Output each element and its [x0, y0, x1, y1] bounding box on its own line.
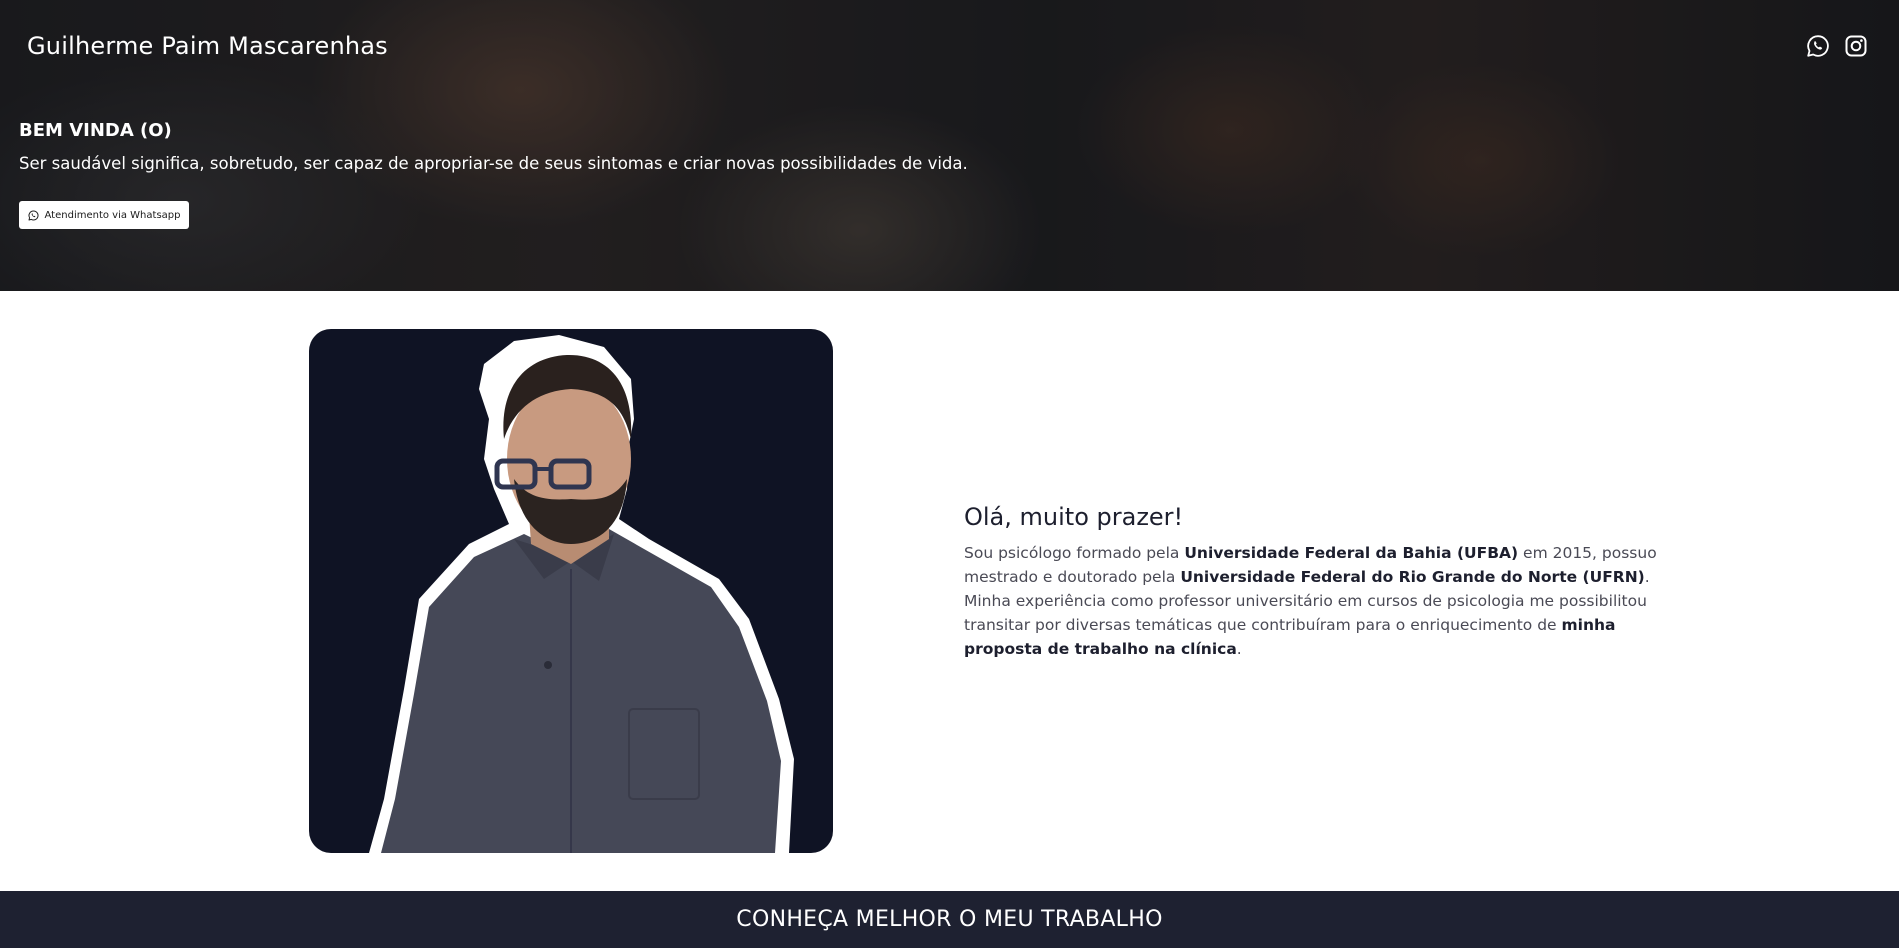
profile-photo [309, 329, 833, 853]
about-section: Olá, muito prazer! Sou psicólogo formado… [964, 503, 1699, 661]
instagram-icon [1845, 35, 1867, 57]
about-bold-1: Universidade Federal da Bahia (UFBA) [1184, 544, 1519, 562]
section-band: CONHEÇA MELHOR O MEU TRABALHO [0, 891, 1899, 948]
section-band-title: CONHEÇA MELHOR O MEU TRABALHO [736, 907, 1163, 932]
about-bold-2: Universidade Federal do Rio Grande do No… [1180, 568, 1645, 586]
whatsapp-link[interactable] [1806, 34, 1830, 58]
whatsapp-button-label: Atendimento via Whatsapp [44, 209, 181, 221]
about-text-4: . [1236, 640, 1242, 658]
about-paragraph: Sou psicólogo formado pela Universidade … [964, 541, 1699, 661]
about-text-1: Sou psicólogo formado pela [964, 544, 1185, 562]
whatsapp-contact-button[interactable]: Atendimento via Whatsapp [19, 201, 189, 229]
about-heading: Olá, muito prazer! [964, 503, 1184, 531]
instagram-link[interactable] [1844, 34, 1868, 58]
whatsapp-icon [1807, 35, 1829, 57]
welcome-heading: BEM VINDA (O) [19, 120, 172, 141]
welcome-text: Ser saudável significa, sobretudo, ser c… [19, 154, 968, 173]
social-links [1806, 34, 1868, 58]
hero-banner: Guilherme Paim Mascarenhas BEM VINDA (O)… [0, 0, 1899, 291]
whatsapp-icon [28, 210, 39, 220]
site-title[interactable]: Guilherme Paim Mascarenhas [27, 32, 388, 60]
portrait-illustration [369, 335, 794, 853]
